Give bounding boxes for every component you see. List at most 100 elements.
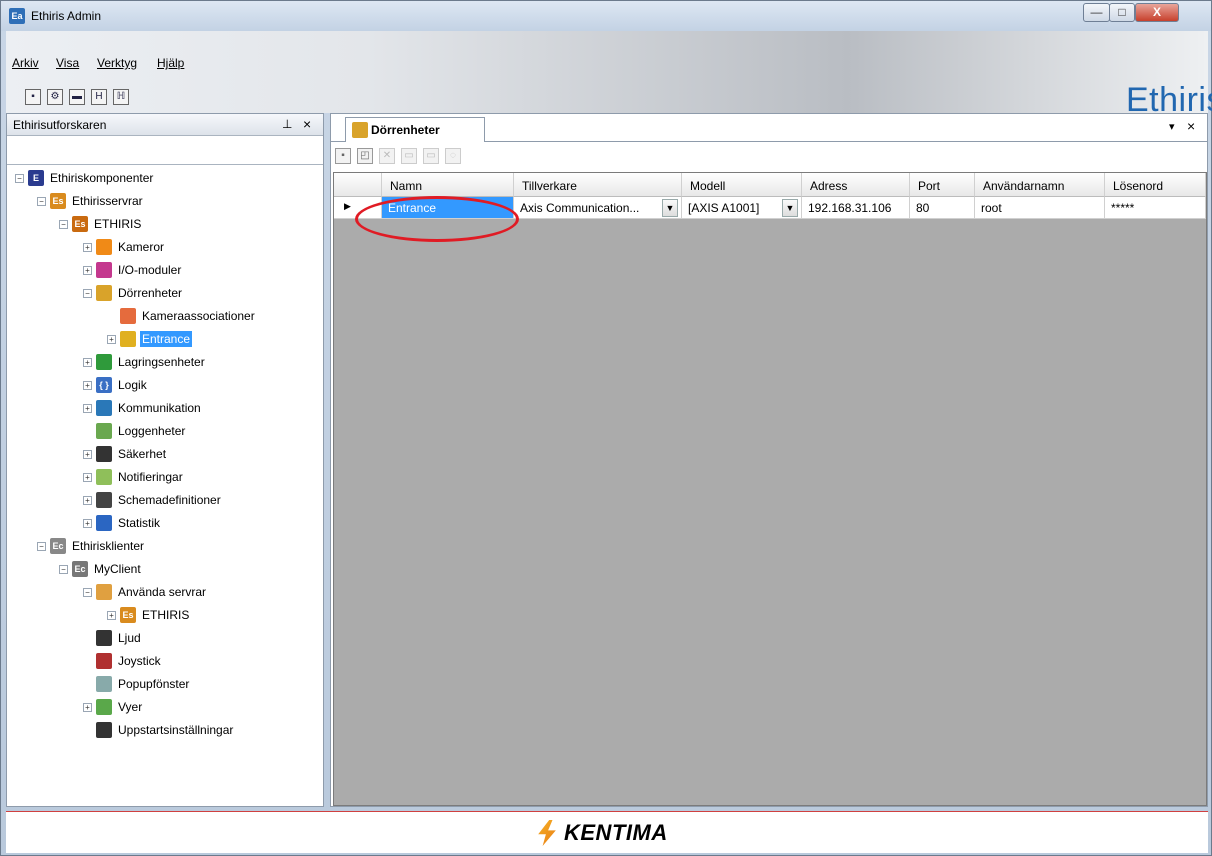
cell-tillverkare[interactable]: Axis Communication... ▼ (514, 197, 682, 219)
expand-toggle-icon[interactable]: − (59, 219, 68, 229)
expand-toggle-icon[interactable]: − (83, 288, 92, 298)
tree-node-logik[interactable]: + { } Logik (83, 375, 149, 395)
pin-icon[interactable]: ⊥ (282, 117, 292, 131)
expand-toggle-icon[interactable]: + (83, 472, 92, 482)
expand-toggle-icon[interactable]: − (37, 196, 46, 206)
tree-node-label: Kommunikation (118, 401, 201, 415)
expand-toggle-icon[interactable]: + (83, 518, 92, 528)
tree-node-loggenheter[interactable]: Loggenheter (83, 421, 187, 441)
col-tillverkare[interactable]: Tillverkare (514, 173, 682, 197)
tree-node-popupfönster[interactable]: Popupfönster (83, 674, 191, 694)
tillverkare-dropdown-icon[interactable]: ▼ (662, 199, 678, 217)
tree-node-schemadefinitioner[interactable]: + Schemadefinitioner (83, 490, 223, 510)
expand-toggle-icon[interactable]: + (83, 403, 92, 413)
tree-node-använda-servrar[interactable]: − Använda servrar (83, 582, 208, 602)
tree-node-kommunikation[interactable]: + Kommunikation (83, 398, 203, 418)
tree-node-icon (96, 653, 112, 669)
tree-node-label: Popupfönster (118, 677, 190, 691)
tree-node-ethirisklienter[interactable]: − Ec Ethirisklienter (37, 536, 146, 556)
expand-toggle-icon[interactable]: + (83, 449, 92, 459)
tree-node-ljud[interactable]: Ljud (83, 628, 143, 648)
tree-node-label: Säkerhet (118, 447, 167, 461)
tree-node-ethirisservrar[interactable]: − Es Ethirisservrar (37, 191, 145, 211)
maximize-button[interactable]: □ (1109, 3, 1135, 22)
paste-icon[interactable]: ▭ (423, 148, 439, 164)
expand-toggle-icon[interactable]: − (15, 173, 24, 183)
tree-node-uppstartsinställningar[interactable]: Uppstartsinställningar (83, 720, 235, 740)
tree-node-label: Kameraassociationer (142, 309, 255, 323)
expand-toggle-icon[interactable]: − (59, 564, 68, 574)
tree-node-säkerhet[interactable]: + Säkerhet (83, 444, 168, 464)
explorer-close-icon[interactable]: × (303, 116, 311, 132)
menu-arkiv[interactable]: Arkiv (12, 56, 39, 70)
tree-node-icon (96, 722, 112, 738)
tab-close-icon[interactable]: × (1187, 118, 1195, 134)
col-namn[interactable]: Namn (382, 173, 514, 197)
tree-node-lagringsenheter[interactable]: + Lagringsenheter (83, 352, 207, 372)
copy-icon[interactable]: ▭ (401, 148, 417, 164)
tree-node-i-o-moduler[interactable]: + I/O-moduler (83, 260, 183, 280)
tree-node-joystick[interactable]: Joystick (83, 651, 163, 671)
cell-modell[interactable]: [AXIS A1001] ▼ (682, 197, 802, 219)
tree-node-ethiriskomponenter[interactable]: − E Ethiriskomponenter (15, 168, 155, 188)
tree-node-icon (96, 262, 112, 278)
cell-anvandarnamn[interactable]: root (975, 197, 1105, 219)
tree-node-label: ETHIRIS (94, 217, 142, 231)
cell-losenord[interactable]: ***** (1105, 197, 1206, 219)
refresh-icon[interactable]: ◌ (445, 148, 461, 164)
tree-node-myclient[interactable]: − Ec MyClient (59, 559, 143, 579)
col-losenord[interactable]: Lösenord (1105, 173, 1206, 197)
col-modell[interactable]: Modell (682, 173, 802, 197)
tree-node-kameraassociationer[interactable]: Kameraassociationer (107, 306, 257, 326)
cell-port[interactable]: 80 (910, 197, 975, 219)
col-port[interactable]: Port (910, 173, 975, 197)
expand-toggle-icon[interactable]: + (107, 334, 116, 344)
tree-node-kameror[interactable]: + Kameror (83, 237, 166, 257)
modell-dropdown-icon[interactable]: ▼ (782, 199, 798, 217)
expand-toggle-icon[interactable]: − (37, 541, 46, 551)
tab-menu-icon[interactable]: ▾ (1169, 120, 1175, 133)
open-folder-icon[interactable]: ▬ (69, 89, 85, 105)
add-icon[interactable]: ▪ (335, 148, 351, 164)
menu-hjalp[interactable]: Hjälp (157, 56, 184, 70)
delete-icon[interactable]: ✕ (379, 148, 395, 164)
expand-toggle-icon[interactable]: + (83, 380, 92, 390)
save-icon[interactable]: H (91, 89, 107, 105)
tree-node-dörrenheter[interactable]: − Dörrenheter (83, 283, 184, 303)
tree-node-ethiris[interactable]: − Es ETHIRIS (59, 214, 143, 234)
tree-node-label: Loggenheter (118, 424, 186, 438)
tree-node-label: Kameror (118, 240, 165, 254)
tree-node-label: Lagringsenheter (118, 355, 205, 369)
expand-toggle-icon[interactable]: + (83, 702, 92, 712)
expand-toggle-icon[interactable]: + (83, 357, 92, 367)
tree-node-vyer[interactable]: + Vyer (83, 697, 144, 717)
tree-node-statistik[interactable]: + Statistik (83, 513, 162, 533)
menu-visa[interactable]: Visa (56, 56, 79, 70)
close-button[interactable]: X (1135, 3, 1179, 22)
tree-node-icon: E (28, 170, 44, 186)
new-icon[interactable]: ▪ (25, 89, 41, 105)
tree-node-notifieringar[interactable]: + Notifieringar (83, 467, 185, 487)
minimize-button[interactable]: — (1083, 3, 1110, 22)
explorer-title: Ethirisutforskaren (13, 118, 107, 132)
expand-toggle-icon[interactable]: + (83, 242, 92, 252)
settings-icon[interactable]: ⚙ (47, 89, 63, 105)
tab-dorrenheter[interactable]: Dörrenheter (345, 117, 485, 142)
tree-node-icon: Es (120, 607, 136, 623)
tree-node-icon: { } (96, 377, 112, 393)
expand-toggle-icon[interactable]: + (83, 495, 92, 505)
menu-verktyg[interactable]: Verktyg (97, 56, 137, 70)
expand-toggle-icon[interactable]: + (83, 265, 92, 275)
col-adress[interactable]: Adress (802, 173, 910, 197)
tree-node-ethiris[interactable]: + Es ETHIRIS (107, 605, 191, 625)
expand-toggle-icon[interactable]: − (83, 587, 92, 597)
col-anvandarnamn[interactable]: Användarnamn (975, 173, 1105, 197)
expand-toggle-icon[interactable]: + (107, 610, 116, 620)
save-all-icon[interactable]: ℍ (113, 89, 129, 105)
add-door-icon[interactable]: ◰ (357, 148, 373, 164)
tree-node-entrance[interactable]: + Entrance (107, 329, 193, 349)
cell-adress[interactable]: 192.168.31.106 (802, 197, 910, 219)
